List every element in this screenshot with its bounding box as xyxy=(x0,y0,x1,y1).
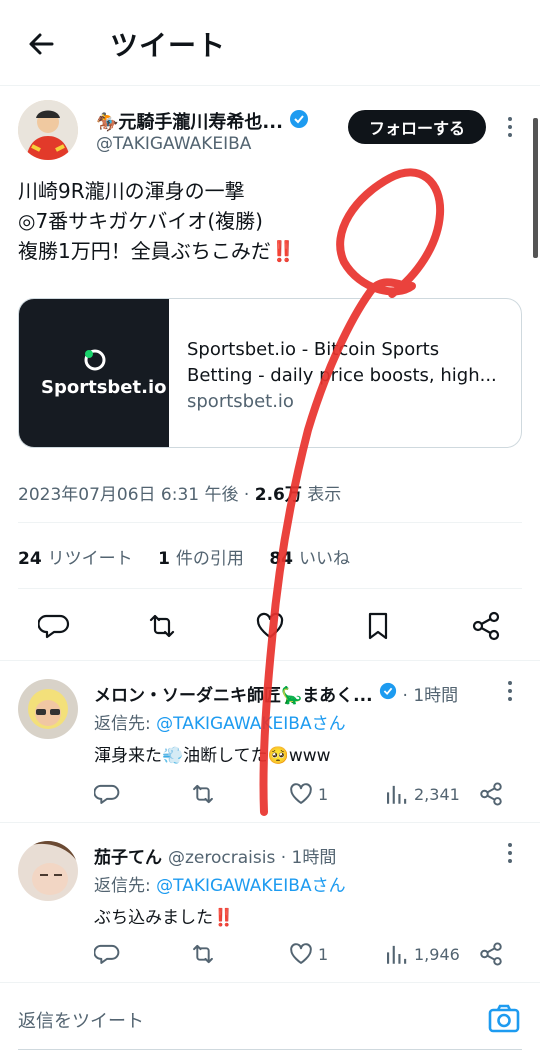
like-heart-icon[interactable] xyxy=(254,610,286,642)
card-thumbnail: Sportsbet.io xyxy=(19,299,169,447)
share-icon[interactable] xyxy=(470,610,502,642)
reply-to-line: 返信先: @TAKIGAWAKEIBAさん xyxy=(94,871,346,896)
author-line: 🏇元騎手瀧川寿希也... xyxy=(96,108,309,134)
like-button[interactable]: 1 xyxy=(288,779,328,809)
reply-avatar[interactable] xyxy=(18,841,78,901)
views-button[interactable]: 1,946 xyxy=(384,939,460,969)
reply-time: · 1時間 xyxy=(402,686,459,706)
card-title: Sportsbet.io - Bitcoin Sports Betting - … xyxy=(187,339,497,386)
camera-icon[interactable] xyxy=(486,1001,522,1037)
verified-badge-icon xyxy=(289,109,309,133)
retweets-stat[interactable]: 24 リツイート xyxy=(18,549,133,569)
analytics-bars-icon xyxy=(387,945,407,964)
sportsbet-logo-icon xyxy=(84,349,106,371)
more-options-icon[interactable] xyxy=(500,679,520,703)
reply-header: メロン・ソーダニキ師匠🦕まあく... · 1時間 xyxy=(94,681,458,706)
views-count: 2.6万 xyxy=(254,485,302,505)
retweets-count: 24 xyxy=(18,549,42,569)
reply-to-prefix: 返信先: xyxy=(94,714,157,734)
reply-to-handle[interactable]: @TAKIGAWAKEIBAさん xyxy=(156,876,345,896)
author-avatar[interactable] xyxy=(18,100,78,160)
reply-tweet[interactable]: 茄子てん @zerocraisis · 1時間 返信先: @TAKIGAWAKE… xyxy=(0,822,540,982)
quotes-stat[interactable]: 1 件の引用 xyxy=(158,549,244,569)
author-name[interactable]: 🏇元騎手瀧川寿希也... xyxy=(96,108,283,134)
likes-stat[interactable]: 84 いいね xyxy=(269,549,350,569)
tweet-text-line: 川崎9R瀧川の渾身の一撃 xyxy=(18,179,245,203)
reply-text: ぶち込みました‼️ xyxy=(94,908,235,928)
quotes-count: 1 xyxy=(158,549,170,569)
reply-author-name[interactable]: メロン・ソーダニキ師匠🦕まあく... xyxy=(94,681,373,706)
views-count: 2,341 xyxy=(414,784,460,804)
card-domain: sportsbet.io xyxy=(187,391,294,412)
more-options-icon[interactable] xyxy=(500,114,520,140)
retweets-label: リツイート xyxy=(47,549,133,569)
reply-input[interactable]: 返信をツイート xyxy=(18,1007,144,1033)
share-icon[interactable] xyxy=(478,939,504,969)
views-label: 表示 xyxy=(307,485,342,505)
reply-action-bar: 1 2,341 xyxy=(94,779,514,809)
follow-button[interactable]: フォローする xyxy=(348,110,486,144)
like-heart-icon xyxy=(290,783,312,804)
reply-icon[interactable] xyxy=(37,610,70,642)
scrollbar[interactable] xyxy=(533,118,538,258)
reply-to-handle[interactable]: @TAKIGAWAKEIBAさん xyxy=(156,714,345,734)
tweet-action-bar xyxy=(18,604,522,648)
retweet-icon[interactable] xyxy=(190,939,216,969)
card-logo-text: Sportsbet.io xyxy=(41,377,167,398)
views-count: 1,946 xyxy=(414,944,460,964)
reply-to-prefix: 返信先: xyxy=(94,876,157,896)
page-title: ツイート xyxy=(110,29,227,62)
bookmark-icon[interactable] xyxy=(362,610,394,642)
like-button[interactable]: 1 xyxy=(288,939,328,969)
tweet-timestamp[interactable]: 2023年07月06日 6:31 午後 xyxy=(18,485,239,505)
reply-icon[interactable] xyxy=(94,779,120,809)
quotes-label: 件の引用 xyxy=(175,549,244,569)
meta-separator: · xyxy=(243,485,255,505)
divider xyxy=(18,522,522,523)
analytics-bars-icon xyxy=(387,785,407,804)
tweet-text: 川崎9R瀧川の渾身の一撃 ◎7番サキガケバイオ(複勝) 複勝1万円！全員ぶちこみ… xyxy=(18,176,518,266)
reply-header: 茄子てん @zerocraisis · 1時間 xyxy=(94,843,336,868)
reply-text: 渾身来た💨油断してた🥺www xyxy=(94,746,331,766)
tweet-text-line: ◎7番サキガケバイオ(複勝) xyxy=(18,209,263,233)
share-icon[interactable] xyxy=(478,779,504,809)
more-options-icon[interactable] xyxy=(500,841,520,865)
retweet-icon[interactable] xyxy=(146,610,178,642)
author-handle[interactable]: @TAKIGAWAKEIBA xyxy=(96,134,251,154)
reply-author-name[interactable]: 茄子てん xyxy=(94,843,162,868)
reply-icon[interactable] xyxy=(94,939,120,969)
likes-count: 84 xyxy=(269,549,293,569)
verified-badge-icon xyxy=(379,682,397,705)
views-button[interactable]: 2,341 xyxy=(384,779,460,809)
like-count: 1 xyxy=(318,944,329,964)
link-preview-card[interactable]: Sportsbet.io Sportsbet.io - Bitcoin Spor… xyxy=(18,298,522,448)
reply-action-bar: 1 1,946 xyxy=(94,939,514,969)
back-arrow-icon[interactable] xyxy=(22,24,62,64)
engagement-stats: 24 リツイート 1 件の引用 84 いいね xyxy=(18,544,370,569)
tweet-meta: 2023年07月06日 6:31 午後 · 2.6万 表示 xyxy=(18,480,341,505)
like-count: 1 xyxy=(318,784,329,804)
reply-avatar[interactable] xyxy=(18,679,78,739)
divider xyxy=(18,588,522,589)
composer-underline xyxy=(18,1049,522,1050)
retweet-icon[interactable] xyxy=(190,779,216,809)
reply-to-line: 返信先: @TAKIGAWAKEIBAさん xyxy=(94,709,346,734)
likes-label: いいね xyxy=(299,549,350,569)
like-heart-icon xyxy=(290,943,312,964)
reply-tweet[interactable]: メロン・ソーダニキ師匠🦕まあく... · 1時間 返信先: @TAKIGAWAK… xyxy=(0,660,540,822)
tweet-text-line: 複勝1万円！全員ぶちこみだ‼️ xyxy=(18,239,296,263)
reply-handle-time: @zerocraisis · 1時間 xyxy=(168,848,337,868)
top-app-bar: ツイート xyxy=(0,0,540,86)
reply-composer: 返信をツイート xyxy=(0,982,540,1057)
